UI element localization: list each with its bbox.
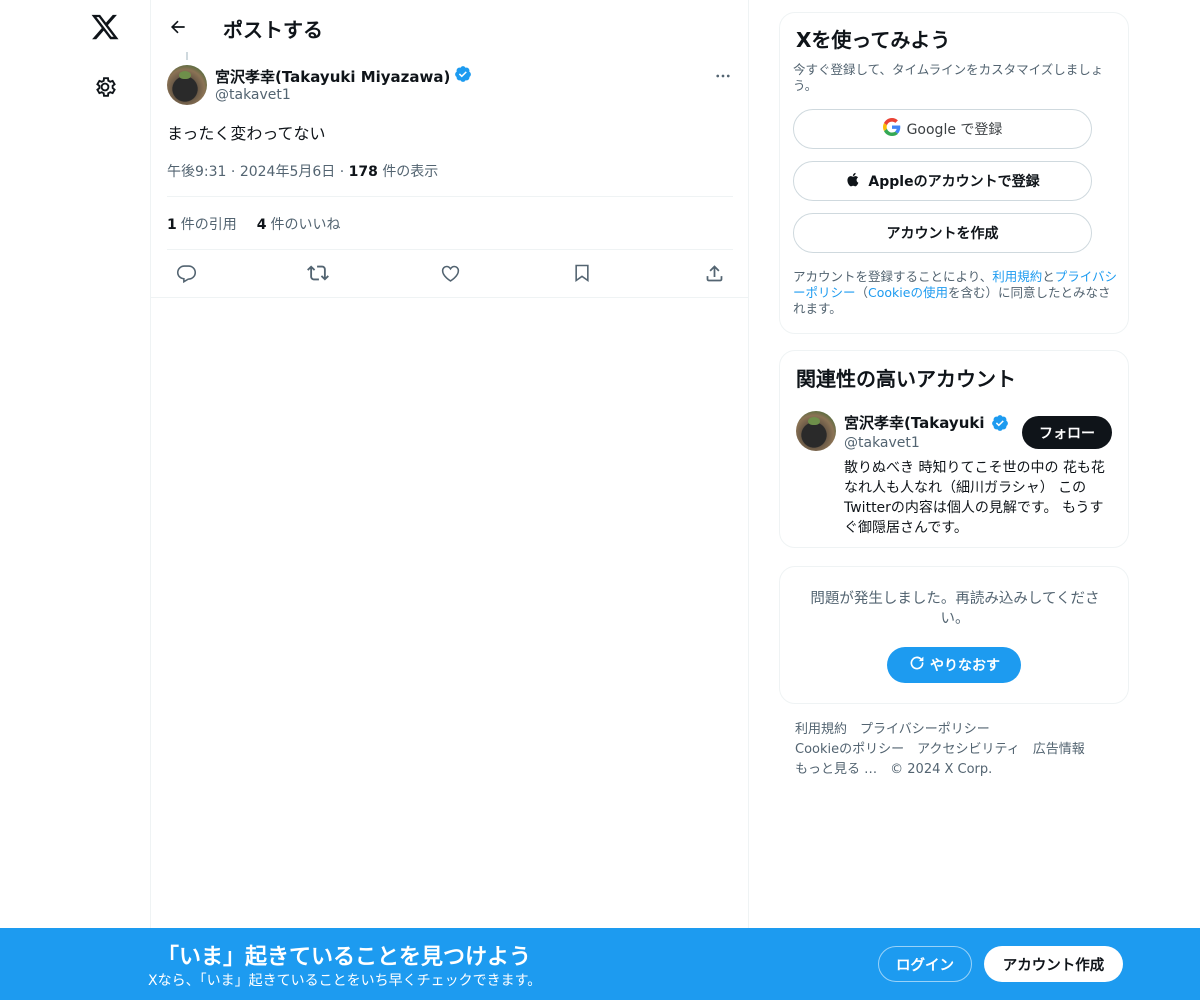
retry-label: やりなおす — [930, 658, 1000, 674]
error-card: 問題が発生しました。再読み込みしてください。 やりなおす — [779, 566, 1129, 704]
login-button[interactable]: ログイン — [878, 946, 972, 982]
create-account-button[interactable]: アカウントを作成 — [793, 213, 1092, 253]
related-card-title: 関連性の高いアカウント — [796, 367, 1016, 391]
views-count: 178 — [348, 164, 378, 180]
share-icon[interactable] — [699, 258, 729, 288]
likes-stat[interactable]: 4 件のいいね — [257, 214, 341, 234]
post-stats: 1 件の引用 4 件のいいね — [167, 214, 341, 234]
terms-link[interactable]: 利用規約 — [992, 269, 1042, 284]
cookie-link[interactable]: Cookieの使用 — [868, 285, 948, 300]
meta-separator: · — [230, 164, 236, 180]
google-signup-label: Google で登録 — [906, 122, 1003, 138]
reply-icon[interactable] — [171, 258, 201, 288]
verified-badge-icon — [991, 414, 1009, 436]
retry-button[interactable]: やりなおす — [887, 647, 1021, 683]
bottom-bar-title: 「いま」起きていることを見つけよう — [157, 945, 532, 970]
quotes-label: 件の引用 — [180, 217, 237, 233]
bottom-signup-bar: 「いま」起きていることを見つけよう Xなら、「いま」起きていることをいち早くチェ… — [0, 928, 1200, 1000]
avatar[interactable] — [796, 411, 836, 451]
x-logo-icon[interactable] — [88, 10, 122, 44]
more-icon[interactable] — [711, 66, 735, 86]
author-name-text: 宮沢孝幸(Takayuki Miyazawa) — [215, 67, 451, 86]
footer-privacy-link[interactable]: プライバシーポリシー — [860, 720, 990, 740]
footer-more-link[interactable]: もっと見る … — [795, 760, 877, 780]
likes-label: 件のいいね — [270, 217, 341, 233]
legal-pre: アカウントを登録することにより、 — [793, 269, 993, 284]
bookmark-icon[interactable] — [567, 258, 597, 288]
apple-signup-label: Appleのアカウントで登録 — [868, 174, 1040, 190]
signup-button[interactable]: アカウント作成 — [984, 946, 1123, 982]
footer-accessibility-link[interactable]: アクセシビリティ — [917, 740, 1020, 760]
google-icon — [882, 118, 901, 140]
copyright: © 2024 X Corp. — [890, 762, 993, 777]
verified-badge-icon — [454, 65, 472, 87]
meta-separator: · — [339, 164, 345, 180]
apple-signup-button[interactable]: Appleのアカウントで登録 — [793, 161, 1092, 201]
author-handle[interactable]: @takavet1 — [215, 87, 291, 103]
legal-text: アカウントを登録することにより、利用規約とプライバシーポリシー（Cookieの使… — [793, 269, 1118, 317]
signup-card: Xを使ってみよう 今すぐ登録して、タイムラインをカスタマイズしましょう。 Goo… — [779, 12, 1129, 334]
views-label: 件の表示 — [382, 164, 439, 180]
post-date[interactable]: 2024年5月6日 — [240, 164, 335, 180]
quotes-count: 1 — [167, 217, 177, 233]
main-column: ポストする 宮沢孝幸(Takayuki Miyazawa) @takavet1 … — [150, 0, 749, 1000]
likes-count: 4 — [256, 217, 267, 233]
post-text: まったく変わってない — [167, 124, 326, 143]
divider — [167, 249, 733, 250]
post-time[interactable]: 午後9:31 — [167, 164, 226, 180]
legal-mid: （ — [855, 285, 869, 300]
divider — [167, 196, 733, 197]
footer-terms-link[interactable]: 利用規約 — [795, 720, 847, 740]
post-actions — [167, 258, 733, 288]
related-account-bio: 散りぬべき 時知りてこそ世の中の 花も花なれ人も人なれ（細川ガラシャ） このTw… — [844, 460, 1105, 536]
divider — [151, 297, 749, 298]
sidebar-footer: 利用規約 プライバシーポリシー Cookieのポリシー アクセシビリティ 広告情… — [795, 720, 1125, 780]
quotes-stat[interactable]: 1 件の引用 — [167, 214, 237, 234]
bottom-bar-subtitle: Xなら、「いま」起きていることをいち早くチェックできます。 — [148, 973, 542, 989]
refresh-icon — [908, 654, 926, 676]
footer-ads-link[interactable]: 広告情報 — [1033, 740, 1085, 760]
post-meta: 午後9:31 · 2024年5月6日 · 178 件の表示 — [167, 161, 438, 181]
signup-card-title: Xを使ってみよう — [796, 28, 951, 52]
left-nav — [0, 0, 150, 1000]
related-accounts-card: 関連性の高いアカウント 宮沢孝幸(Takayuki Miyazawa) @tak… — [779, 350, 1129, 548]
legal-and: と — [1042, 269, 1055, 284]
avatar[interactable] — [167, 65, 207, 105]
page-title: ポストする — [223, 18, 323, 42]
signup-subtitle: 今すぐ登録して、タイムラインをカスタマイズしましょう。 — [793, 62, 1104, 93]
page-header: ポストする — [151, 0, 749, 54]
arrow-left-icon[interactable] — [163, 12, 193, 42]
gear-icon[interactable] — [90, 72, 120, 102]
related-account-name[interactable]: 宮沢孝幸(Takayuki Miyazawa) — [844, 412, 990, 433]
google-signup-button[interactable]: Google で登録 — [793, 109, 1092, 149]
related-account-handle[interactable]: @takavet1 — [844, 435, 920, 451]
author-name[interactable]: 宮沢孝幸(Takayuki Miyazawa) — [215, 65, 472, 87]
error-message: 問題が発生しました。再読み込みしてください。 — [810, 591, 1100, 627]
repost-icon[interactable] — [303, 258, 333, 288]
footer-cookie-link[interactable]: Cookieのポリシー — [795, 740, 904, 760]
thread-line — [186, 52, 188, 60]
like-icon[interactable] — [435, 258, 465, 288]
apple-icon — [845, 170, 862, 193]
follow-button[interactable]: フォロー — [1022, 416, 1112, 449]
